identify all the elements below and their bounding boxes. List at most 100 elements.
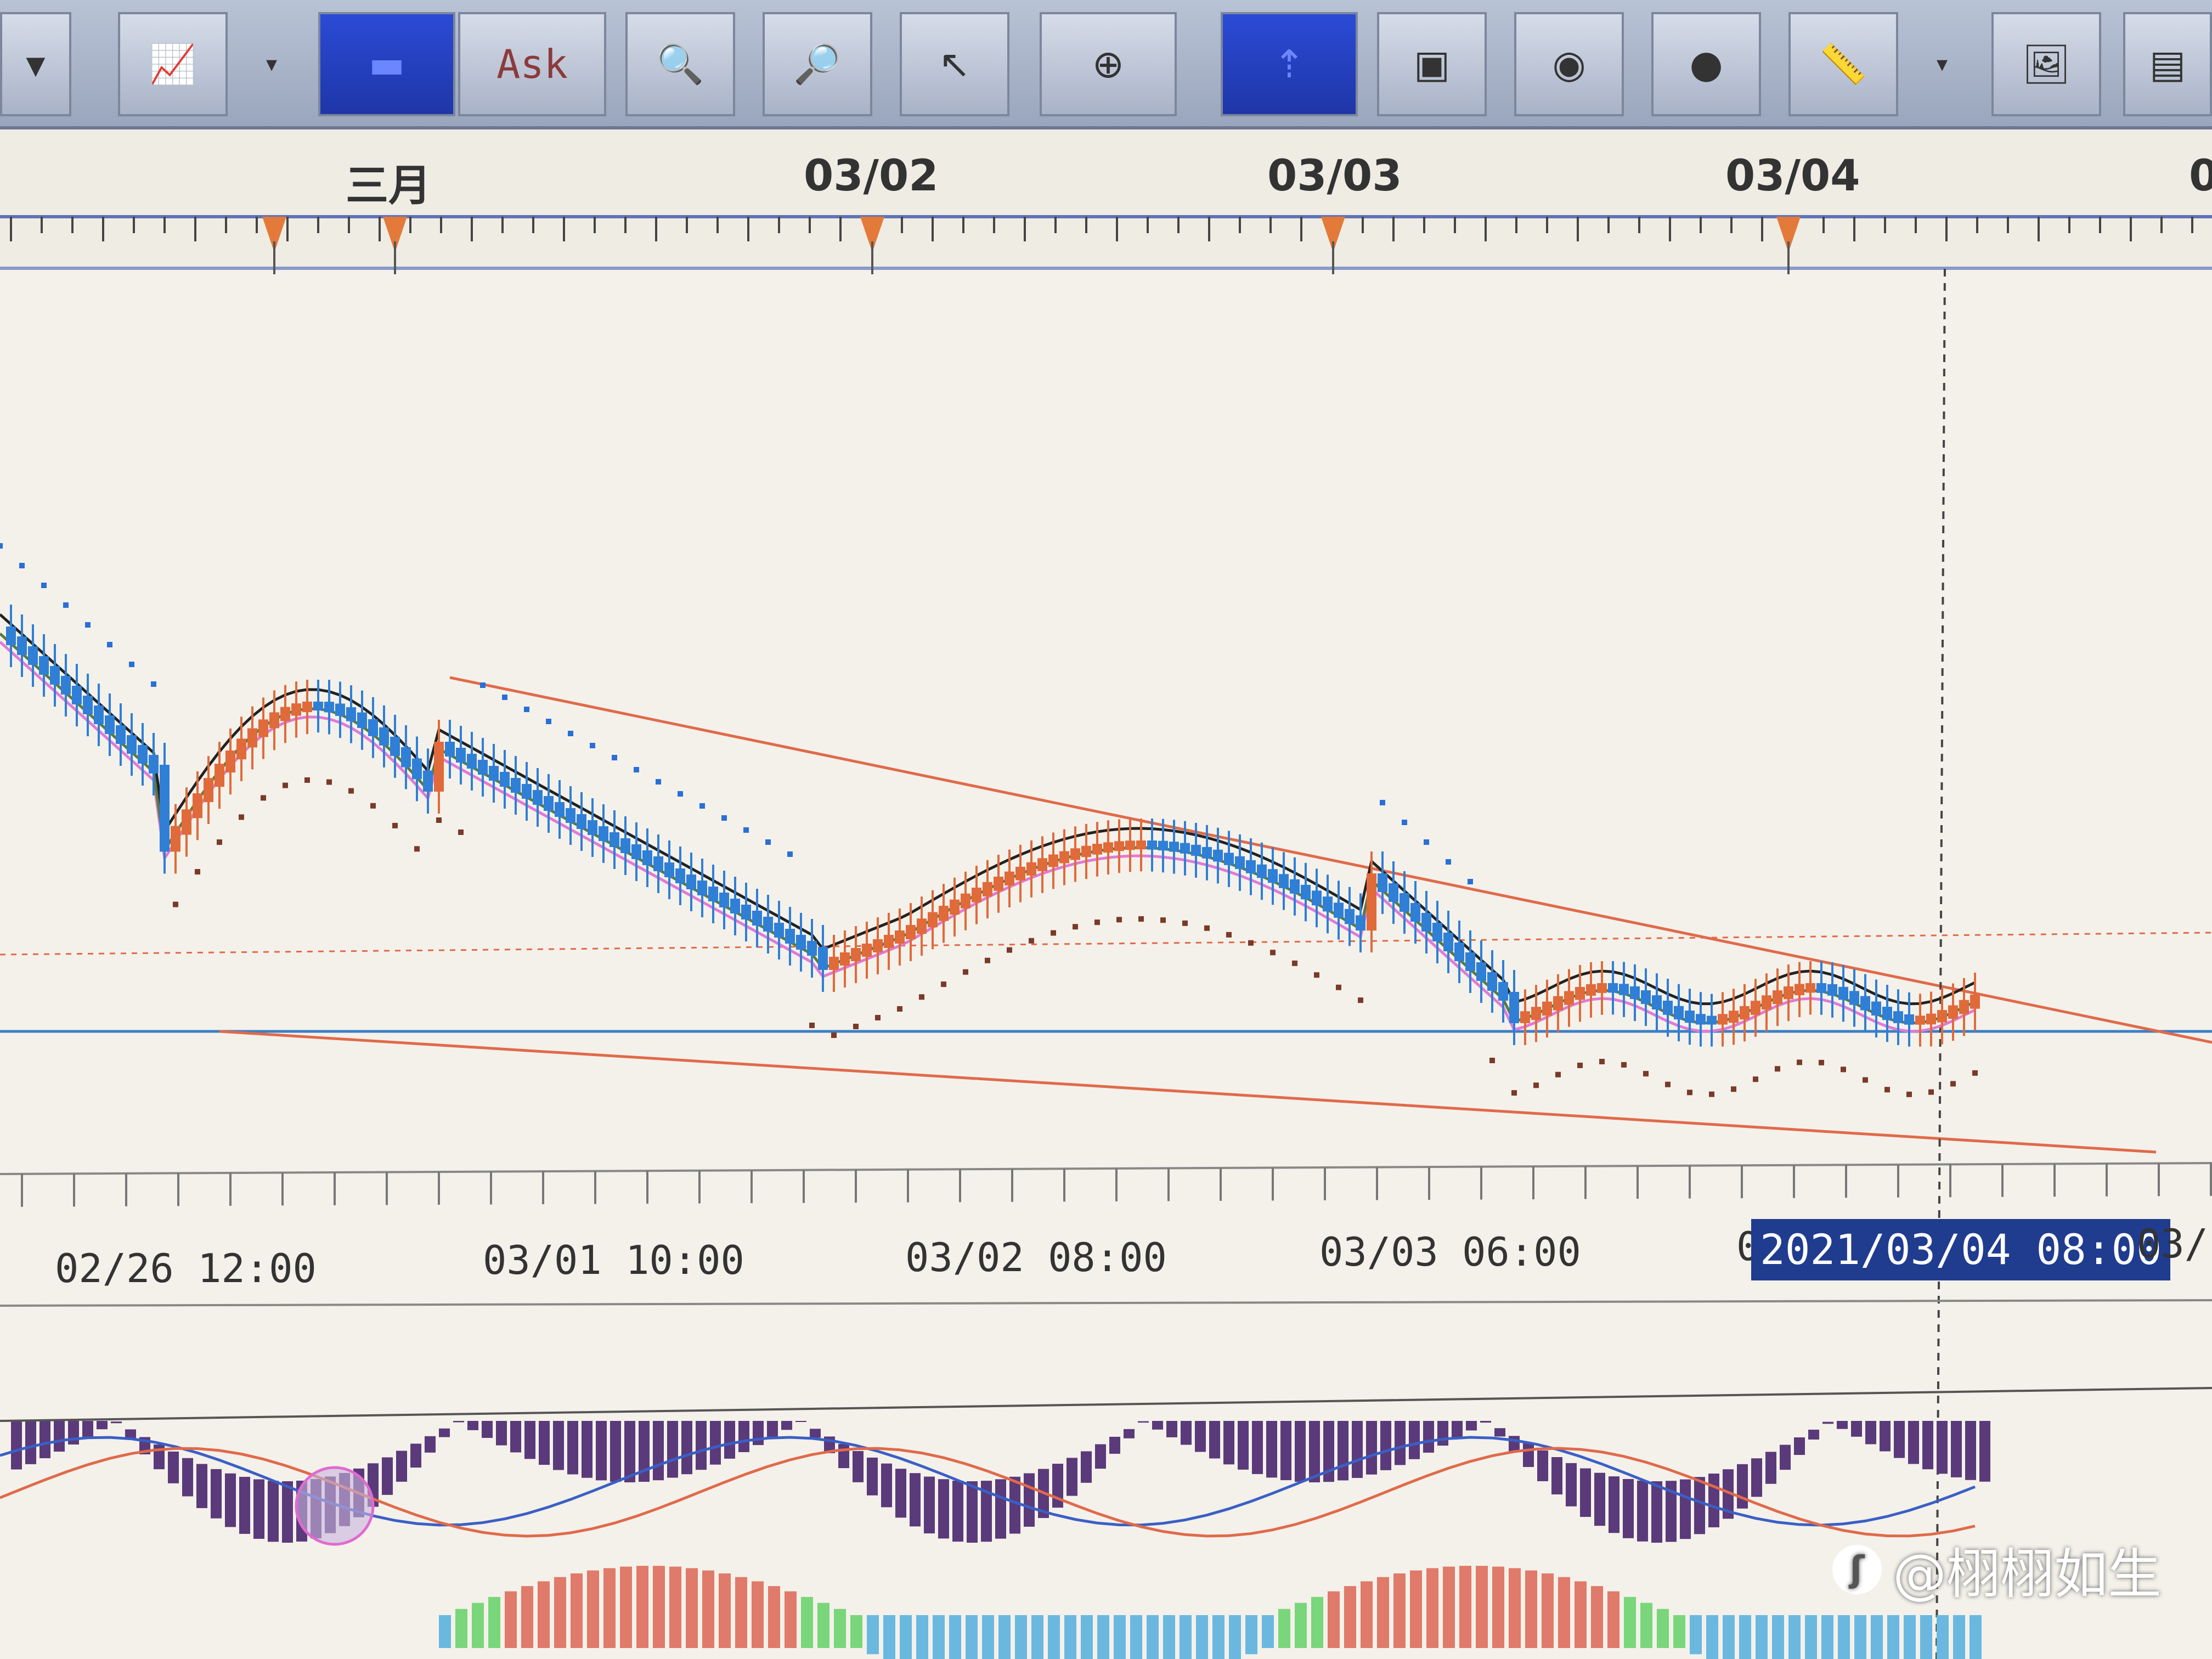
candle-body (1400, 893, 1409, 912)
oscillator-bar (1311, 1596, 1323, 1648)
oscillator-bar (1657, 1609, 1669, 1648)
candle-body (862, 944, 872, 957)
macd-bar (1152, 1421, 1163, 1430)
macd-bar (1566, 1463, 1577, 1506)
macd-bar (667, 1421, 678, 1478)
macd-bar (410, 1443, 421, 1468)
macd-bar (168, 1451, 179, 1483)
sar-dot (1073, 924, 1078, 930)
sar-dot (1380, 800, 1385, 805)
candle-body (741, 905, 751, 919)
oscillator-bar (1114, 1615, 1126, 1659)
candle-body (906, 925, 916, 939)
sar-dot (414, 846, 420, 852)
candle-body (1224, 853, 1234, 865)
sar-dot (546, 719, 551, 724)
candle-body (1290, 879, 1300, 894)
candle-body (6, 627, 16, 645)
candle-body (1948, 1005, 1958, 1019)
oscillator-bar (916, 1615, 928, 1659)
candle-body (1268, 869, 1278, 883)
candle-body (599, 826, 608, 841)
sar-dot (0, 543, 3, 549)
macd-bar (1794, 1437, 1805, 1455)
macd-bar (282, 1481, 293, 1543)
sar-dot (831, 1032, 837, 1038)
macd-bar (453, 1421, 464, 1423)
candle-body (17, 636, 27, 655)
oscillator-bar (1328, 1591, 1340, 1648)
oscillator-bar (768, 1586, 780, 1648)
candle-body (83, 696, 93, 714)
candle-body (1169, 842, 1179, 852)
sar-dot (1841, 1066, 1846, 1073)
candle-body (138, 745, 148, 764)
oscillator-bar (867, 1615, 879, 1655)
oscillator-bar (1640, 1602, 1652, 1648)
candle-body (664, 862, 674, 877)
crossover-highlight (295, 1466, 375, 1546)
candle-body (1904, 1014, 1914, 1025)
macd-bar (724, 1421, 735, 1459)
sar-dot (743, 827, 749, 833)
candle-body (1191, 844, 1201, 856)
oscillator-bar (1558, 1577, 1570, 1648)
candle-body (522, 784, 532, 799)
macd-bar (1352, 1421, 1363, 1478)
sar-dot (1402, 820, 1407, 825)
oscillator-bar (620, 1566, 632, 1648)
candle-body (1893, 1011, 1903, 1023)
oscillator-bar (1854, 1615, 1866, 1659)
candle-body (555, 802, 565, 817)
sar-dot (1533, 1082, 1539, 1088)
time-axis-label: 02/26 12:00 (55, 1245, 317, 1291)
oscillator-bar (998, 1615, 1011, 1659)
macd-bar (1181, 1421, 1192, 1445)
sar-dot (1314, 972, 1319, 978)
candle-body (204, 778, 213, 803)
macd-bar (182, 1458, 193, 1497)
candle-body (324, 702, 334, 713)
date-axis-ticks (0, 215, 2212, 274)
macd-bar (1551, 1457, 1562, 1494)
macd-bar (82, 1421, 93, 1437)
candle-body (774, 923, 784, 938)
sar-dot (1863, 1077, 1868, 1083)
oscillator-bar (571, 1573, 583, 1648)
macd-bar (496, 1421, 507, 1446)
candle-body (1498, 982, 1508, 1001)
macd-bar (1437, 1421, 1448, 1446)
oscillator-bar (1163, 1615, 1175, 1659)
sar-dot (612, 755, 617, 760)
candle-body (961, 893, 970, 909)
macd-bar (1880, 1421, 1891, 1452)
macd-bar (1937, 1421, 1948, 1474)
macd-bar (1295, 1421, 1306, 1482)
candle-body (1037, 858, 1047, 871)
macd-bar (1081, 1451, 1092, 1483)
sar-dot (502, 695, 507, 700)
sar-dot (283, 782, 288, 788)
candle-body (215, 764, 224, 787)
candle-body (1432, 923, 1442, 941)
time-axis-line (0, 1162, 2212, 1175)
macd-bar (1694, 1477, 1705, 1534)
macd-bar (482, 1421, 493, 1438)
candle-body (1641, 990, 1651, 1005)
candle-body (1805, 983, 1815, 993)
candle-body (653, 856, 663, 871)
oscillator-bar (735, 1577, 747, 1648)
candle-body (1597, 983, 1607, 993)
sar-dot (1489, 1058, 1495, 1063)
oscillator-bar (1097, 1615, 1109, 1659)
candle-body (752, 911, 762, 926)
watermark: ʃ @栩栩如生 (1832, 1531, 2162, 1609)
oscillator-bar (1805, 1615, 1817, 1659)
candle-body (675, 868, 685, 883)
oscillator-bar (1081, 1615, 1093, 1659)
sar-dot (348, 788, 354, 794)
macd-bar (54, 1421, 65, 1452)
candle-body (807, 941, 817, 956)
oscillator-bar (1443, 1566, 1455, 1648)
candle-body (291, 703, 301, 716)
